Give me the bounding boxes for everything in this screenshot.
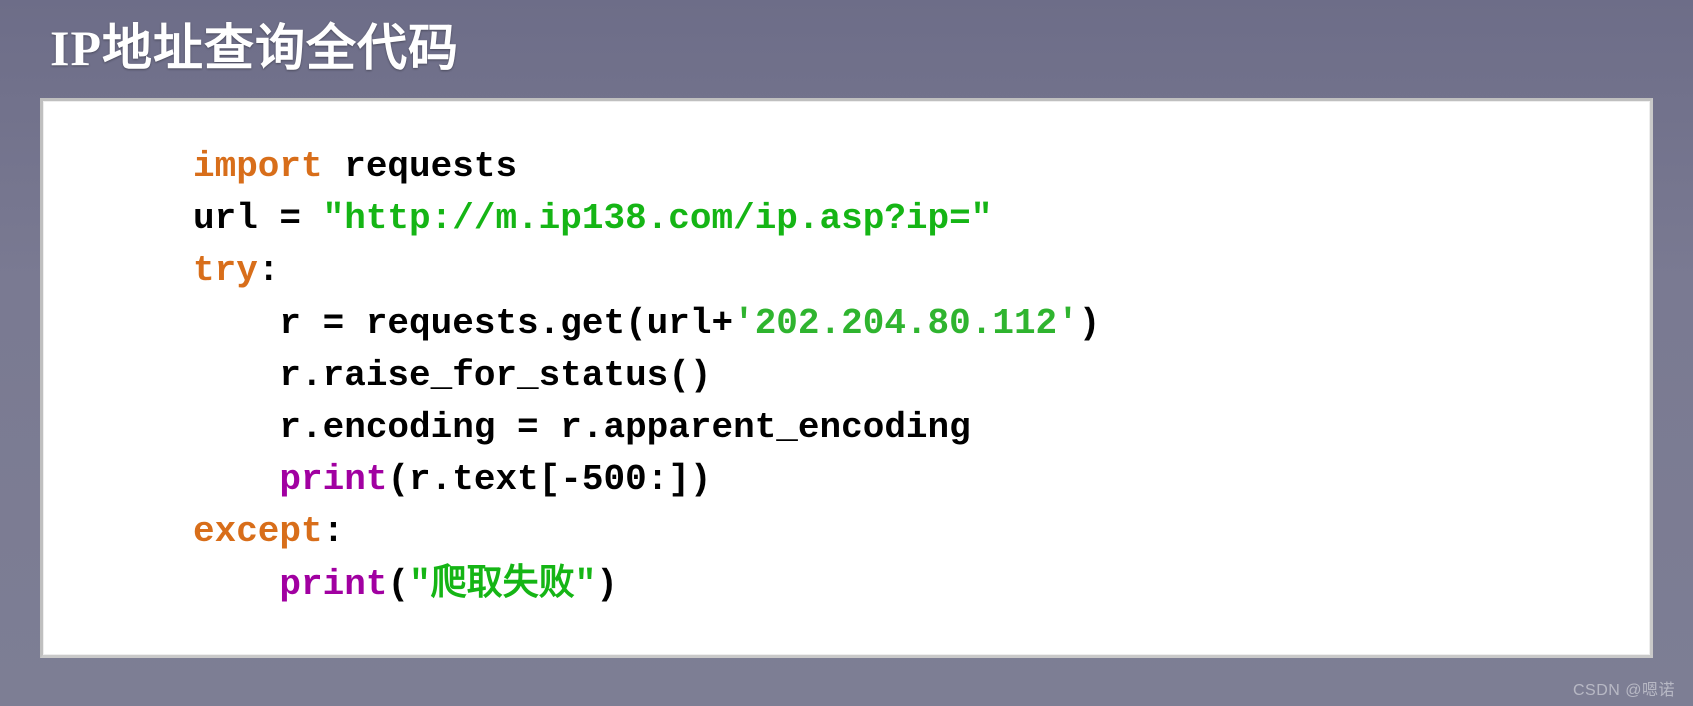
url-string: "http://m.ip138.com/ip.asp?ip="	[323, 198, 993, 239]
encoding-line: r.encoding = r.apparent_encoding	[193, 407, 971, 448]
slide: IP地址查询全代码 import requests url = "http://…	[0, 0, 1693, 706]
colon: :	[258, 250, 280, 291]
ip-string: '202.204.80.112'	[733, 303, 1079, 344]
fail-string: "爬取失败"	[409, 564, 596, 605]
print-args: (r.text[-500:])	[387, 459, 711, 500]
indent	[193, 564, 279, 605]
colon: :	[323, 511, 345, 552]
module-name: requests	[323, 146, 517, 187]
raise-for-status: r.raise_for_status()	[193, 355, 711, 396]
paren-close: )	[596, 564, 618, 605]
indent	[193, 459, 279, 500]
watermark: CSDN @嗯诺	[1573, 676, 1675, 700]
keyword-import: import	[193, 146, 323, 187]
paren-open: (	[387, 564, 409, 605]
requests-get-call: r = requests.get(url+	[193, 303, 733, 344]
print-call: print	[279, 564, 387, 605]
print-call: print	[279, 459, 387, 500]
slide-title: IP地址查询全代码	[0, 0, 1693, 98]
paren-close: )	[1079, 303, 1101, 344]
code-block: import requests url = "http://m.ip138.co…	[83, 141, 1610, 611]
url-assign: url =	[193, 198, 323, 239]
keyword-except: except	[193, 511, 323, 552]
code-frame: import requests url = "http://m.ip138.co…	[40, 98, 1653, 658]
keyword-try: try	[193, 250, 258, 291]
